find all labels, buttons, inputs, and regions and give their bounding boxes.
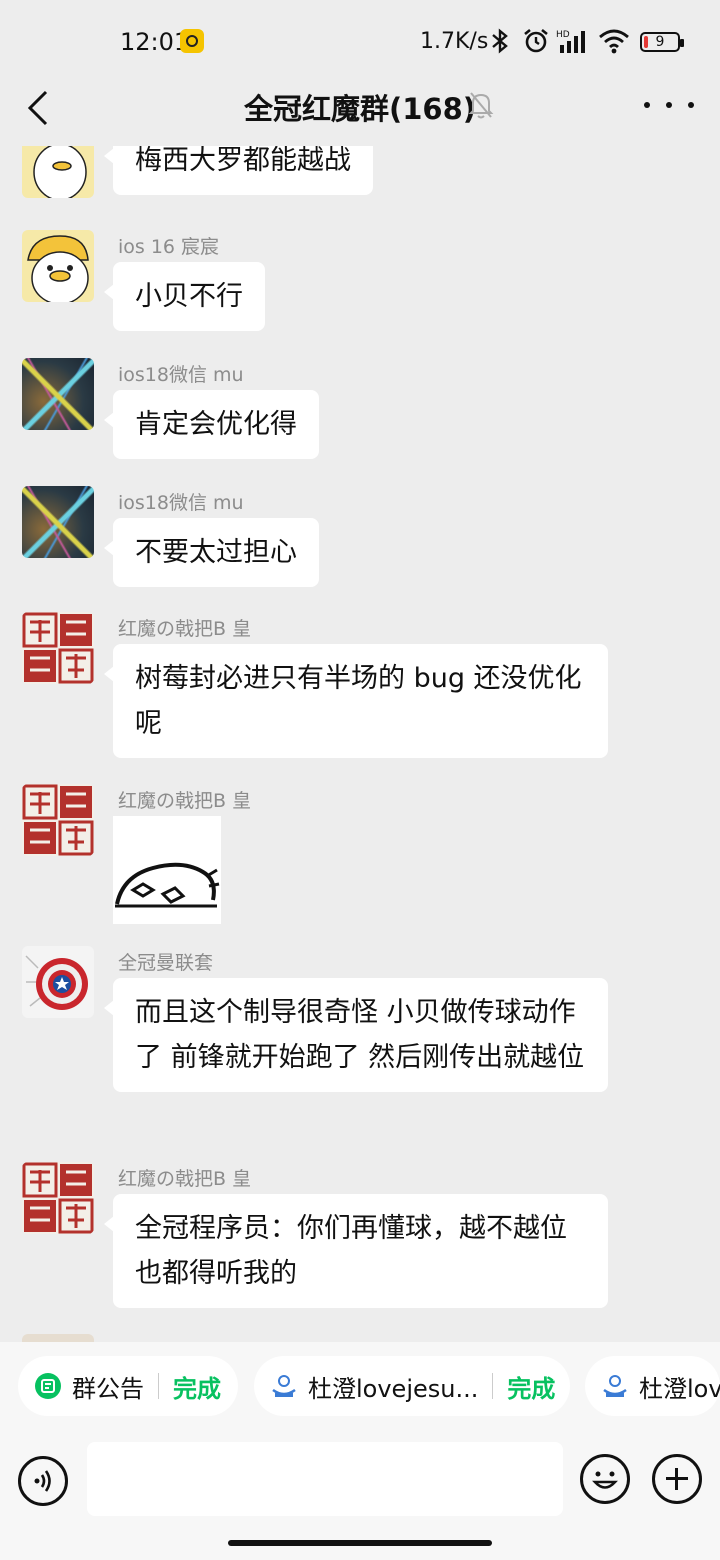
emoji-icon[interactable] — [580, 1454, 630, 1504]
app-icon — [603, 1375, 627, 1397]
mute-bell-icon — [468, 90, 494, 120]
seal-avatar[interactable] — [22, 612, 94, 684]
sender-name: 全冠曼联套 — [118, 952, 214, 974]
message-bubble[interactable]: 肯定会优化得 — [104, 390, 319, 459]
more-icon[interactable] — [644, 90, 694, 120]
chip-app[interactable]: 杜澄lov — [585, 1356, 720, 1416]
chip-label: 群公告 — [72, 1374, 144, 1403]
avatar[interactable] — [22, 1334, 94, 1342]
message-bubble[interactable]: 树莓封必进只有半场的 bug 还没优化呢 — [104, 644, 608, 758]
chip-label: 杜澄lovejesu... — [308, 1374, 479, 1403]
notification-dot-icon — [180, 29, 204, 53]
sender-name: 红魔の戟把B 皇 — [118, 790, 252, 812]
chip-done-button[interactable]: 完成 — [507, 1369, 555, 1404]
seal-avatar[interactable] — [22, 1162, 94, 1234]
seal-avatar[interactable] — [22, 784, 94, 856]
plus-icon[interactable] — [652, 1454, 702, 1504]
status-time: 12:01 — [120, 28, 190, 56]
chip-label: 杜澄lov — [639, 1374, 720, 1403]
lying-cat-sticker[interactable] — [113, 816, 221, 924]
sender-name: 红魔の戟把B 皇 — [118, 1168, 252, 1190]
message-bubble[interactable]: 小贝不行 — [104, 262, 265, 331]
announcement-icon — [35, 1373, 61, 1399]
network-avatar[interactable] — [22, 358, 94, 430]
message-bubble[interactable]: 而且这个制导很奇怪 小贝做传球动作了 前锋就开始跑了 然后刚传出就越位 — [104, 978, 608, 1092]
app-icon — [272, 1375, 296, 1397]
bottom-bar: 群公告 完成 杜澄lovejesu... 完成 杜澄lov — [0, 1342, 720, 1560]
message-bubble[interactable]: 不要太过担心 — [104, 518, 319, 587]
home-indicator — [228, 1540, 492, 1546]
message-input[interactable] — [87, 1442, 563, 1516]
captain-shield-avatar[interactable] — [22, 946, 94, 1018]
duck-avatar[interactable] — [22, 146, 94, 198]
duck-avatar[interactable] — [22, 230, 94, 302]
battery-icon: 9 — [640, 32, 684, 52]
message-bubble[interactable]: 梅西大罗都能越战 — [104, 146, 373, 195]
network-avatar[interactable] — [22, 486, 94, 558]
message-bubble[interactable]: 全冠程序员：你们再懂球，越不越位也都得听我的 — [104, 1194, 608, 1308]
svg-text:HD: HD — [556, 30, 570, 40]
page-title: 全冠红魔群(168) — [243, 92, 477, 126]
sender-name: 红魔の戟把B 皇 — [118, 618, 252, 640]
battery-level: 9 — [655, 34, 665, 50]
chip-app[interactable]: 杜澄lovejesu... 完成 — [254, 1356, 570, 1416]
alarm-icon — [522, 27, 550, 55]
chat-header: 全冠红魔群(168) — [0, 80, 720, 146]
network-speed: 1.7K/s — [420, 29, 489, 54]
status-bar: 12:01 1.7K/s HD 9 — [0, 0, 720, 80]
bluetooth-icon — [490, 27, 510, 55]
quick-action-chips: 群公告 完成 杜澄lovejesu... 完成 杜澄lov — [18, 1356, 720, 1416]
voice-icon[interactable] — [18, 1456, 68, 1506]
chip-announcement[interactable]: 群公告 完成 — [18, 1356, 238, 1416]
wifi-icon — [598, 27, 630, 55]
input-row — [0, 1442, 720, 1518]
sender-name: ios 16 宸宸 — [118, 236, 220, 258]
sender-name: ios18微信 mu — [118, 364, 244, 386]
chat-message-list[interactable]: 梅西大罗都能越战 ios 16 宸宸 小贝不行 ios18微信 mu 肯定会优化… — [0, 146, 720, 1342]
hd-signal-icon: HD — [556, 27, 590, 55]
chip-done-button[interactable]: 完成 — [173, 1369, 221, 1404]
sender-name: ios18微信 mu — [118, 492, 244, 514]
